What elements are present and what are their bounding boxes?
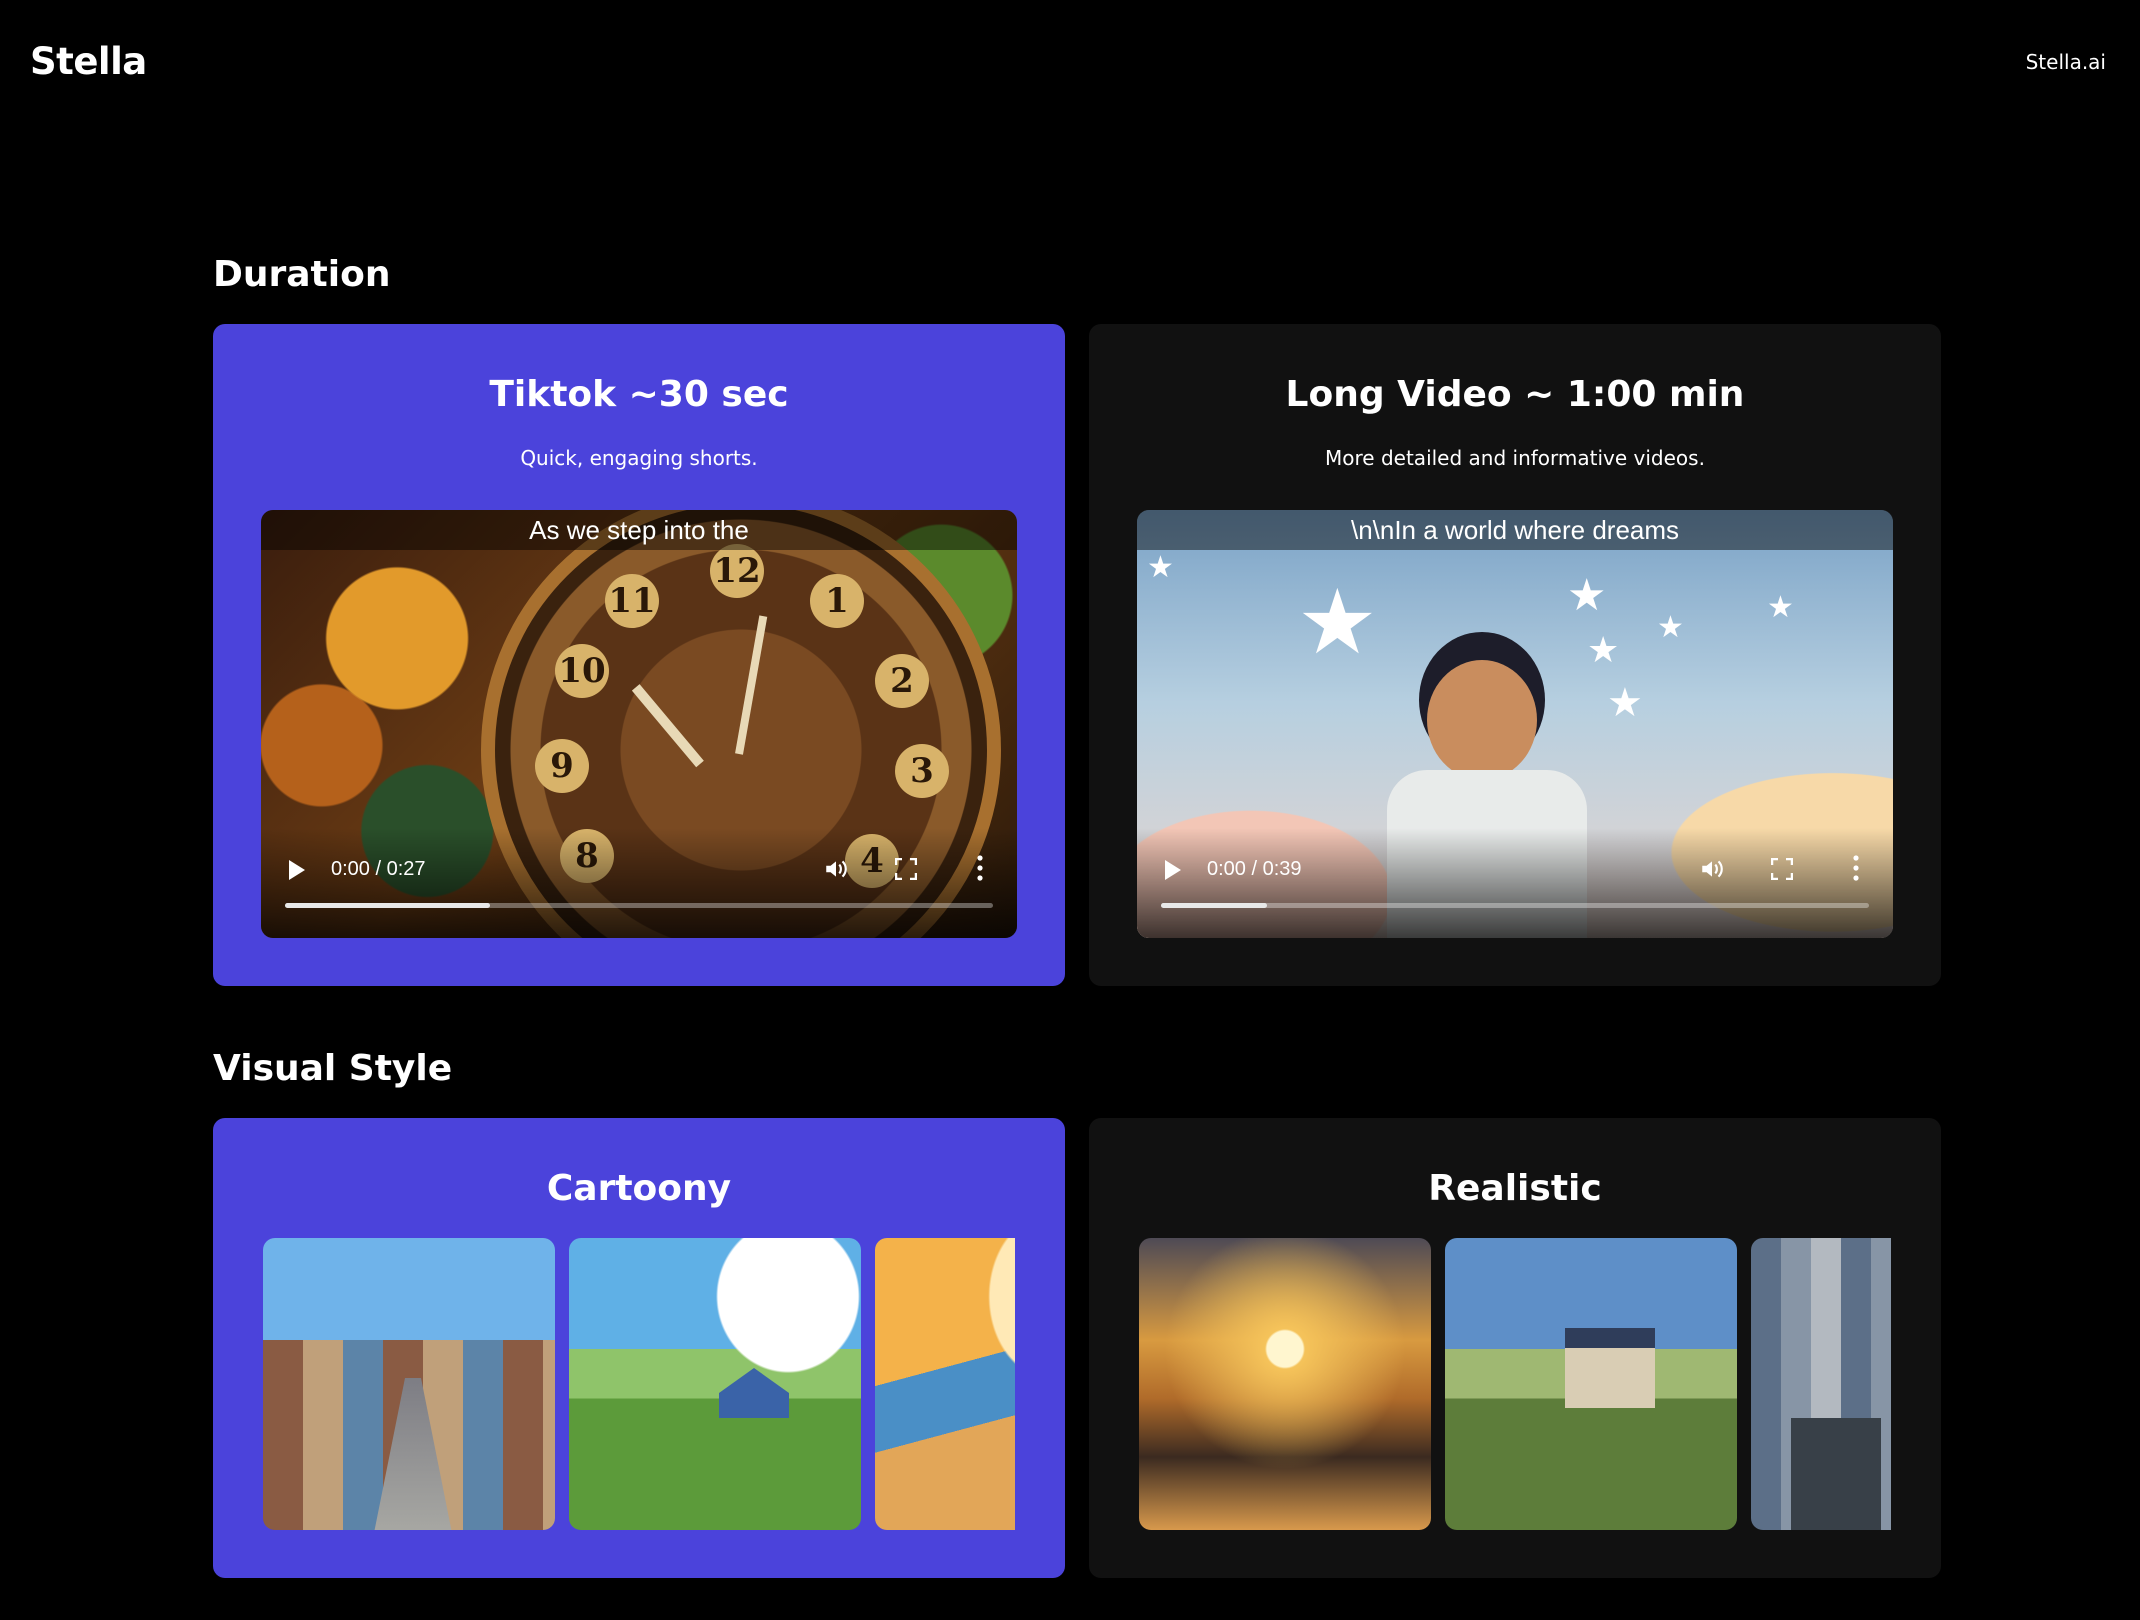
video-controls: 0:00 / 0:39 xyxy=(1137,828,1893,938)
video-time: 0:00 / 0:27 xyxy=(331,858,426,880)
duration-option-tiktok[interactable]: Tiktok ~30 sec Quick, engaging shorts. 1… xyxy=(213,324,1065,986)
visual-style-section-title: Visual Style xyxy=(213,1048,453,1089)
card-subtitle: More detailed and informative videos. xyxy=(1325,446,1705,470)
brand-logo[interactable]: Stella xyxy=(30,40,147,83)
thumbnail-realistic-house xyxy=(1445,1238,1737,1530)
more-options-icon[interactable] xyxy=(977,854,983,882)
card-title: Cartoony xyxy=(546,1168,732,1209)
top-bar: Stella Stella.ai xyxy=(0,0,2140,130)
video-progress-fill xyxy=(1161,903,1268,908)
video-progress-bar[interactable] xyxy=(285,903,993,908)
video-time: 0:00 / 0:39 xyxy=(1207,858,1302,880)
volume-icon[interactable] xyxy=(1699,856,1725,882)
card-subtitle: Quick, engaging shorts. xyxy=(520,446,758,470)
card-title: Long Video ~ 1:00 min xyxy=(1285,374,1745,415)
video-player-tiktok[interactable]: 12 1 2 3 11 10 9 8 4 As we step into the… xyxy=(261,510,1017,938)
boy-illustration xyxy=(1427,660,1537,780)
thumbnail-cartoon-city xyxy=(263,1238,555,1530)
volume-icon[interactable] xyxy=(823,856,849,882)
duration-option-long-video[interactable]: Long Video ~ 1:00 min More detailed and … xyxy=(1089,324,1941,986)
play-icon[interactable] xyxy=(1165,860,1181,880)
video-caption: As we step into the xyxy=(261,510,1017,550)
video-progress-bar[interactable] xyxy=(1161,903,1869,908)
thumbnail-realistic-street xyxy=(1751,1238,1891,1530)
more-options-icon[interactable] xyxy=(1853,854,1859,882)
fullscreen-icon[interactable] xyxy=(1771,858,1793,880)
visual-style-cartoony[interactable]: Cartoony xyxy=(213,1118,1065,1578)
video-caption: \n\nIn a world where dreams xyxy=(1137,510,1893,550)
style-thumbnails xyxy=(263,1238,1015,1530)
video-player-long[interactable]: ★ ★ ★ ★ ★ ★ ★ \n\nIn a world where dream… xyxy=(1137,510,1893,938)
duration-section-title: Duration xyxy=(213,254,391,295)
style-thumbnails xyxy=(1139,1238,1891,1530)
video-controls: 0:00 / 0:27 xyxy=(261,828,1017,938)
card-title: Tiktok ~30 sec xyxy=(489,374,789,415)
visual-style-realistic[interactable]: Realistic xyxy=(1089,1118,1941,1578)
card-title: Realistic xyxy=(1428,1168,1602,1209)
play-icon[interactable] xyxy=(289,860,305,880)
thumbnail-realistic-sunset xyxy=(1139,1238,1431,1530)
thumbnail-cartoon-farm xyxy=(569,1238,861,1530)
nav-link-stella-ai[interactable]: Stella.ai xyxy=(2026,50,2106,74)
video-progress-fill xyxy=(285,903,491,908)
thumbnail-cartoon-beach xyxy=(875,1238,1015,1530)
fullscreen-icon[interactable] xyxy=(895,858,917,880)
